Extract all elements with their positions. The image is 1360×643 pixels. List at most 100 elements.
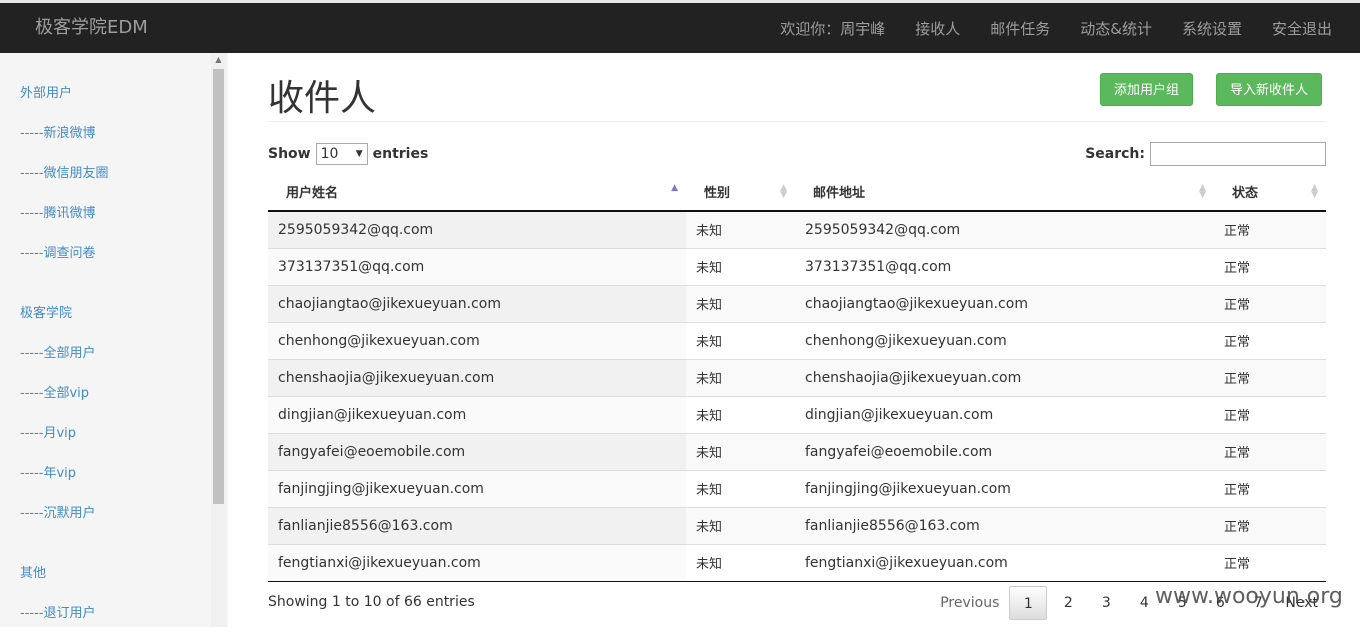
search-control: Search: xyxy=(1085,142,1326,166)
sidebar-item-tencent-weibo[interactable]: -----腾讯微博 xyxy=(20,203,108,243)
cell-gender: 未知 xyxy=(686,395,795,433)
sidebar-item-all-vip[interactable]: -----全部vip xyxy=(20,383,108,423)
pagination-page-1[interactable]: 1 xyxy=(1009,586,1048,620)
cell-gender: 未知 xyxy=(686,284,795,322)
table-row[interactable]: chenhong@jikexueyuan.com 未知 chenhong@jikex… xyxy=(268,321,1326,359)
cell-username: dingjian@jikexueyuan.com xyxy=(268,395,686,433)
cell-gender: 未知 xyxy=(686,210,795,248)
cell-gender: 未知 xyxy=(686,469,795,507)
cell-gender: 未知 xyxy=(686,358,795,396)
cell-email: chaojiangtao@jikexueyuan.com xyxy=(795,284,1214,322)
cell-username: chaojiangtao@jikexueyuan.com xyxy=(268,284,686,322)
sidebar: 外部用户 -----新浪微博 -----微信朋友圈 -----腾讯微博 ----… xyxy=(0,53,228,627)
column-header-username[interactable]: 用户姓名 ▲ xyxy=(268,173,686,212)
column-header-status[interactable]: 状态 ▲ ▼ xyxy=(1214,173,1326,212)
scroll-up-arrow-icon[interactable]: ▲ xyxy=(211,55,226,65)
cell-gender: 未知 xyxy=(686,506,795,544)
table-body: 2595059342@qq.com 未知 2595059342@qq.com 正常 37… xyxy=(268,210,1326,582)
cell-email: 373137351@qq.com xyxy=(795,247,1214,285)
sidebar-group-external[interactable]: 外部用户 xyxy=(20,83,108,123)
cell-email: fanlianjie8556@163.com xyxy=(795,506,1214,544)
nav-stats[interactable]: 动态&统计 xyxy=(1080,18,1152,39)
cell-status: 正常 xyxy=(1214,247,1326,285)
cell-status: 正常 xyxy=(1214,358,1326,396)
cell-status: 正常 xyxy=(1214,210,1326,248)
column-header-email[interactable]: 邮件地址 ▲ ▼ xyxy=(795,173,1214,212)
table-row[interactable]: chenshaojia@jikexueyuan.com 未知 chenshaojia… xyxy=(268,358,1326,396)
cell-username: fanjingjing@jikexueyuan.com xyxy=(268,469,686,507)
sidebar-group-other[interactable]: 其他 xyxy=(20,563,108,603)
table-row[interactable]: fangyafei@eoemobile.com 未知 fangyafei@eoemo… xyxy=(268,432,1326,470)
nav-logout[interactable]: 安全退出 xyxy=(1272,18,1332,39)
sidebar-item-silent-users[interactable]: -----沉默用户 xyxy=(20,503,108,543)
table-info: Showing 1 to 10 of 66 entries xyxy=(268,594,475,610)
cell-status: 正常 xyxy=(1214,469,1326,507)
cell-username: fangyafei@eoemobile.com xyxy=(268,432,686,470)
cell-status: 正常 xyxy=(1214,321,1326,359)
table-row[interactable]: 2595059342@qq.com 未知 2595059342@qq.com 正常 xyxy=(268,210,1326,248)
cell-email: chenshaojia@jikexueyuan.com xyxy=(795,358,1214,396)
cell-username: chenshaojia@jikexueyuan.com xyxy=(268,358,686,396)
chevron-down-icon: ▼ xyxy=(355,149,363,159)
scroll-thumb[interactable] xyxy=(213,69,224,504)
table-row[interactable]: fanlianjie8556@163.com 未知 fanlianjie8556@1… xyxy=(268,506,1326,544)
sort-icon: ▲ ▼ xyxy=(1199,183,1206,200)
cell-gender: 未知 xyxy=(686,543,795,582)
page-length-value: 10 xyxy=(320,146,339,162)
sort-asc-icon: ▲ xyxy=(671,183,678,193)
cell-username: fanlianjie8556@163.com xyxy=(268,506,686,544)
sidebar-item-unsubscribed[interactable]: -----退订用户 xyxy=(20,603,108,643)
cell-status: 正常 xyxy=(1214,506,1326,544)
sidebar-item-wechat-moments[interactable]: -----微信朋友圈 xyxy=(20,163,108,203)
top-navbar: 极客学院EDM 欢迎你：周宇峰 接收人 邮件任务 动态&统计 系统设置 安全退出 xyxy=(0,0,1360,53)
sidebar-item-monthly-vip[interactable]: -----月vip xyxy=(20,423,108,463)
table-row[interactable]: fengtianxi@jikexueyuan.com 未知 fengtianxi@j… xyxy=(268,543,1326,582)
table-row[interactable]: chaojiangtao@jikexueyuan.com 未知 chaojiangt… xyxy=(268,284,1326,322)
import-recipients-button[interactable]: 导入新收件人 xyxy=(1216,73,1323,106)
nav-settings[interactable]: 系统设置 xyxy=(1182,18,1242,39)
sidebar-item-sina-weibo[interactable]: -----新浪微博 xyxy=(20,123,108,163)
cell-username: chenhong@jikexueyuan.com xyxy=(268,321,686,359)
cell-gender: 未知 xyxy=(686,247,795,285)
cell-email: fangyafei@eoemobile.com xyxy=(795,432,1214,470)
sidebar-scrollbar[interactable]: ▲ xyxy=(211,53,226,627)
cell-username: fengtianxi@jikexueyuan.com xyxy=(268,543,686,582)
table-row[interactable]: 373137351@qq.com 未知 373137351@qq.com 正常 xyxy=(268,247,1326,285)
search-label: Search: xyxy=(1085,146,1145,162)
page-title: 收件人 xyxy=(268,78,377,119)
cell-email: chenhong@jikexueyuan.com xyxy=(795,321,1214,359)
add-user-group-button[interactable]: 添加用户组 xyxy=(1100,73,1194,106)
show-label: Show xyxy=(268,146,311,162)
page-length-select[interactable]: 10 ▼ xyxy=(315,143,368,165)
table-row[interactable]: dingjian@jikexueyuan.com 未知 dingjian@jikex… xyxy=(268,395,1326,433)
cell-status: 正常 xyxy=(1214,543,1326,582)
pagination-page-2[interactable]: 2 xyxy=(1049,586,1087,620)
cell-username: 2595059342@qq.com xyxy=(268,210,686,248)
search-input[interactable] xyxy=(1150,142,1326,166)
sort-icon: ▲ ▼ xyxy=(1311,183,1318,200)
cell-email: fengtianxi@jikexueyuan.com xyxy=(795,543,1214,582)
column-header-gender[interactable]: 性别 ▲ ▼ xyxy=(686,173,795,212)
watermark: www.wooyun.org xyxy=(1155,584,1343,609)
cell-status: 正常 xyxy=(1214,284,1326,322)
nav-recipients[interactable]: 接收人 xyxy=(915,18,960,39)
cell-status: 正常 xyxy=(1214,432,1326,470)
sort-icon: ▲ ▼ xyxy=(780,183,787,200)
sidebar-list: 外部用户 -----新浪微博 -----微信朋友圈 -----腾讯微博 ----… xyxy=(20,83,108,643)
table-row[interactable]: fanjingjing@jikexueyuan.com 未知 fanjingjing… xyxy=(268,469,1326,507)
cell-email: fanjingjing@jikexueyuan.com xyxy=(795,469,1214,507)
brand-logo[interactable]: 极客学院EDM xyxy=(35,3,148,53)
nav-mail-tasks[interactable]: 邮件任务 xyxy=(990,18,1050,39)
sidebar-group-jikexueyuan[interactable]: 极客学院 xyxy=(20,303,108,343)
nav-welcome[interactable]: 欢迎你：周宇峰 xyxy=(780,18,885,39)
cell-status: 正常 xyxy=(1214,395,1326,433)
pagination-page-3[interactable]: 3 xyxy=(1087,586,1125,620)
cell-gender: 未知 xyxy=(686,321,795,359)
recipients-table: 用户姓名 ▲ 性别 ▲ ▼ 邮件地址 ▲ ▼ 状态 ▲ ▼ 2595059342@qq.com… xyxy=(268,173,1326,582)
sidebar-item-all-users[interactable]: -----全部用户 xyxy=(20,343,108,383)
entries-label: entries xyxy=(372,146,429,162)
sidebar-item-survey[interactable]: -----调查问卷 xyxy=(20,243,108,283)
sidebar-item-yearly-vip[interactable]: -----年vip xyxy=(20,463,108,503)
pagination-previous[interactable]: Previous xyxy=(932,586,1007,620)
page-length-control: Show 10 ▼ entries xyxy=(268,143,428,165)
